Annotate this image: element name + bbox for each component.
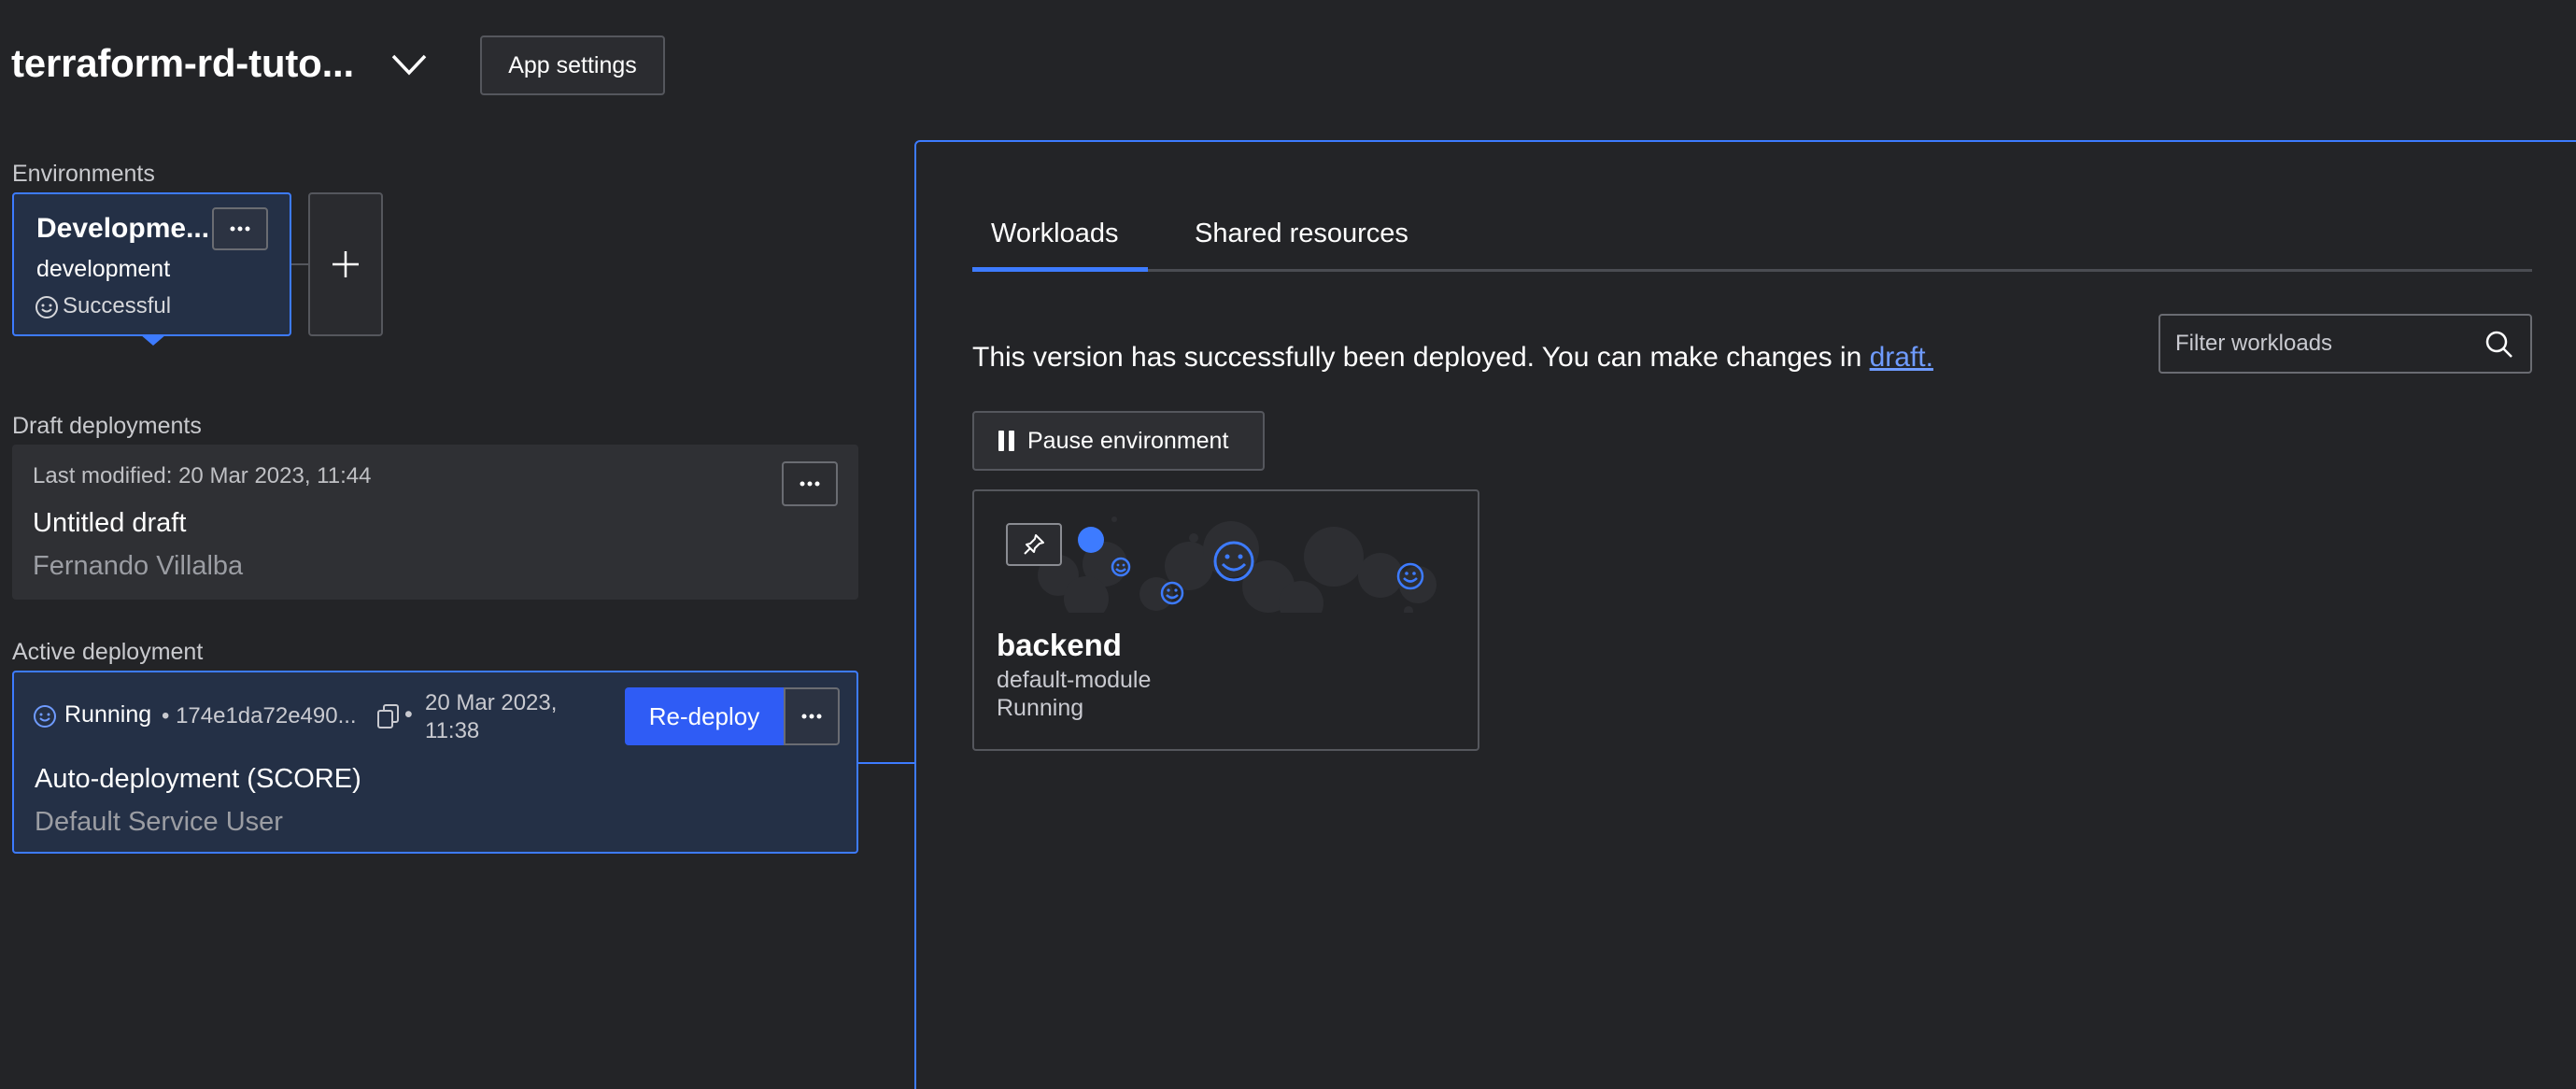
deployment-info-message: This version has successfully been deplo… <box>972 342 1933 374</box>
workload-status: Running <box>997 695 1084 721</box>
tab-shared-resources[interactable]: Shared resources <box>1195 219 1408 249</box>
connector-line <box>858 762 915 764</box>
add-environment-button[interactable] <box>308 192 383 336</box>
environments-label: Environments <box>12 161 155 187</box>
workload-card[interactable]: backend default-module Running <box>972 489 1479 751</box>
draft-last-modified: Last modified: 20 Mar 2023, 11:44 <box>33 463 372 488</box>
smiley-icon <box>33 704 57 728</box>
environment-card[interactable]: Developme... development Successful <box>12 192 291 336</box>
active-deployment-card[interactable]: Running • 174e1da72e490... • 20 Mar 2023… <box>12 671 858 854</box>
workload-illustration <box>993 510 1460 613</box>
deployment-status: Running <box>64 701 152 728</box>
deployment-user: Default Service User <box>35 807 283 837</box>
draft-link[interactable]: draft. <box>1870 342 1933 373</box>
pause-environment-label: Pause environment <box>1027 427 1229 454</box>
active-tab-indicator <box>972 267 1148 272</box>
draft-deployments-label: Draft deployments <box>12 413 202 439</box>
redeploy-button[interactable]: Re-deploy <box>625 687 784 745</box>
filter-workloads-input[interactable] <box>2160 316 2469 372</box>
smiley-icon <box>35 295 59 319</box>
environment-id: development <box>36 256 171 282</box>
environment-name: Developme... <box>36 213 210 244</box>
separator-dot: • <box>404 701 413 728</box>
ellipsis-icon <box>230 226 250 232</box>
search-icon[interactable] <box>2484 329 2515 361</box>
environment-status: Successful <box>63 293 172 318</box>
pin-icon <box>1024 534 1044 555</box>
plus-icon <box>333 251 359 277</box>
pin-button[interactable] <box>1006 523 1062 566</box>
app-settings-button[interactable]: App settings <box>480 35 665 95</box>
selected-pointer <box>140 334 166 346</box>
pause-environment-button[interactable]: Pause environment <box>972 411 1265 471</box>
tab-workloads[interactable]: Workloads <box>991 219 1118 249</box>
copy-icon[interactable] <box>376 703 401 729</box>
chevron-down-icon[interactable] <box>390 52 428 77</box>
draft-author: Fernando Villalba <box>33 551 244 581</box>
deployment-more-button[interactable] <box>784 687 840 745</box>
ellipsis-icon <box>800 481 820 487</box>
active-deployment-label: Active deployment <box>12 639 204 665</box>
ellipsis-icon <box>801 714 822 719</box>
info-text: This version has successfully been deplo… <box>972 342 1870 373</box>
connector-line <box>291 263 308 265</box>
deployment-date: 20 Mar 2023, 11:38 <box>425 690 558 743</box>
draft-deployment-card[interactable]: Last modified: 20 Mar 2023, 11:44 Untitl… <box>12 445 858 600</box>
deployment-hash: • 174e1da72e490... <box>162 703 357 728</box>
filter-workloads-field[interactable] <box>2158 314 2532 374</box>
workload-module: default-module <box>997 667 1152 693</box>
workload-name: backend <box>997 628 1122 662</box>
app-title[interactable]: terraform-rd-tuto... <box>11 41 354 86</box>
draft-title: Untitled draft <box>33 508 187 538</box>
deployment-title: Auto-deployment (SCORE) <box>35 764 361 794</box>
tabs-divider <box>972 269 2532 272</box>
draft-more-button[interactable] <box>782 461 838 506</box>
pause-icon <box>998 431 1014 451</box>
environment-more-button[interactable] <box>212 207 268 250</box>
